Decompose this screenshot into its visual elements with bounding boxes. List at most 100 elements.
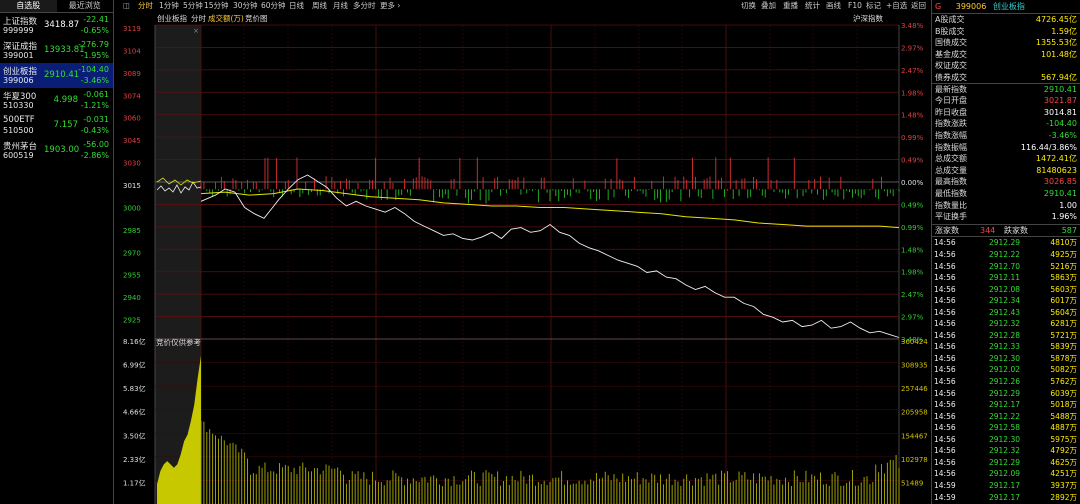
tool-button[interactable]: 统计 (805, 0, 820, 12)
quote-row-label: 指数涨跌 (935, 119, 967, 129)
tick-time: 14:56 (934, 249, 956, 259)
quote-row: 总成交额 1472.41亿 (932, 153, 1080, 165)
quote-row-value: 3014.81 (1043, 107, 1077, 117)
tool-button[interactable]: +自选 (886, 0, 907, 12)
price-tick-label: 2985 (123, 227, 141, 235)
stock-change: -104.40 (78, 65, 109, 74)
quote-row-label: 债券成交 (935, 73, 967, 82)
tool-button[interactable]: 标记 (866, 0, 881, 12)
stock-item[interactable]: 深证成指 399001 13933.81 -276.79 -1.95% (0, 38, 113, 63)
stock-change: -56.00 (83, 140, 109, 149)
price-tick-label: 2940 (123, 294, 141, 302)
index-name-label: 创业板指 (157, 13, 187, 23)
stock-item[interactable]: 创业板指 399006 2910.41 -104.40 -3.46% (0, 63, 113, 88)
intraday-chart[interactable]: 3119 3.48% 3104 2.97% 3089 2.47% 3074 1.98% 3060… (121, 12, 931, 504)
tick-volume: 2892万 (1050, 492, 1077, 502)
price-tick-label: 3074 (123, 92, 141, 100)
quote-row-label: 指数量比 (935, 200, 967, 210)
quote-row-value: 101.48亿 (1041, 49, 1077, 59)
stock-item[interactable]: 贵州茅台 600519 1903.00 -56.00 -2.86% (0, 138, 113, 163)
pct-tick-label: 0.00% (901, 179, 924, 187)
period-tab[interactable]: 月线 (333, 0, 348, 12)
tick-price: 2912.26 (988, 377, 1020, 386)
stock-item[interactable]: 上证指数 999999 3418.87 -22.41 -0.65% (0, 13, 113, 38)
quote-row-value: 1.59亿 (1051, 26, 1077, 36)
quote-row: 基金成交 101.48亿 (932, 49, 1080, 61)
tool-button[interactable]: F10 (848, 0, 862, 12)
tool-button[interactable]: 画线 (826, 0, 841, 12)
tab-recent[interactable]: 最近浏览 (57, 0, 114, 12)
tick-time: 14:56 (934, 434, 956, 444)
tick-row: 14:56 2912.08 5603万 (932, 284, 1080, 296)
quote-panel: G 399006 创业板指 A股成交 4726.45亿 B股成交 1.59亿 国债成交 1… (931, 0, 1080, 504)
quote-row: 指数涨幅 -3.46% (932, 130, 1080, 142)
tool-button[interactable]: 叠加 (761, 0, 776, 12)
period-tab[interactable]: 5分钟 (183, 0, 203, 12)
stock-item[interactable]: 500ETF 510500 7.157 -0.031 -0.43% (0, 113, 113, 138)
stock-item[interactable]: 华夏300 510330 4.998 -0.061 -1.21% (0, 88, 113, 113)
period-tab[interactable]: 15分钟 (204, 0, 229, 12)
tick-row: 14:56 2912.32 4792万 (932, 445, 1080, 457)
quote-row-value: -104.40 (1046, 119, 1077, 129)
volume-tick-label: 4.66亿 (123, 408, 146, 417)
tick-price: 2912.29 (988, 388, 1020, 398)
price-tick-label: 3119 (123, 25, 141, 33)
stock-name: 500ETF (3, 115, 35, 125)
quote-row: 总成交量 81480623 (932, 165, 1080, 177)
tick-time: 14:56 (934, 342, 956, 352)
tick-row: 14:56 2912.30 5878万 (932, 353, 1080, 365)
tick-row: 14:56 2912.33 5839万 (932, 341, 1080, 353)
stock-change: -22.41 (83, 15, 109, 24)
stock-change-pct: -0.43% (80, 126, 109, 135)
tick-volume: 5721万 (1050, 330, 1077, 340)
period-tab[interactable]: 周线 (312, 0, 327, 12)
stock-price: 7.157 (53, 120, 78, 130)
tick-row: 14:56 2912.28 5721万 (932, 330, 1080, 342)
quote-code: 399006 (955, 2, 987, 11)
period-tab[interactable]: 日线 (289, 0, 304, 12)
quote-row-value: 3026.85 (1043, 177, 1077, 187)
quote-row-value: 1472.41亿 (1035, 154, 1077, 164)
quote-row: A股成交 4726.45亿 (932, 14, 1080, 26)
quote-row: 债券成交 567.94亿 (932, 72, 1080, 84)
compare-index-label[interactable]: 沪深指数 (853, 13, 883, 23)
tick-price: 2912.29 (988, 457, 1020, 467)
tick-volume: 5216万 (1050, 261, 1077, 271)
tick-time: 14:56 (934, 330, 956, 340)
stock-code: 399001 (3, 51, 34, 60)
volume-tick-label-right: 102978 (901, 456, 928, 464)
tick-row: 14:56 2912.43 5604万 (932, 307, 1080, 319)
period-tab[interactable]: 多分时 (353, 0, 376, 12)
close-auction-icon[interactable]: × (193, 27, 199, 35)
quote-row: 国债成交 1355.53亿 (932, 37, 1080, 49)
quote-row-label: 国债成交 (935, 38, 967, 48)
tab-watchlist[interactable]: 自选股 (0, 0, 57, 12)
breadth-row: 涨家数 344 跌家数 587 (932, 223, 1080, 238)
pct-tick-label: 1.48% (901, 246, 924, 254)
tick-volume: 6039万 (1050, 388, 1077, 398)
tick-row: 14:56 2912.22 5488万 (932, 411, 1080, 423)
period-tab[interactable]: 1分钟 (159, 0, 179, 12)
quote-row-value: 1355.53亿 (1035, 38, 1077, 48)
period-tab[interactable]: 更多 › (380, 0, 400, 12)
sidebar-toggle-icon[interactable]: ◫ (123, 0, 130, 12)
tick-time: 14:56 (934, 307, 956, 317)
period-tab[interactable]: 分时 (138, 0, 153, 12)
period-tab[interactable]: 60分钟 (261, 0, 286, 12)
pct-tick-label: 1.48% (901, 112, 924, 120)
tick-time: 14:56 (934, 377, 956, 386)
tool-button[interactable]: 返回 (911, 0, 926, 12)
tool-button[interactable]: 重播 (783, 0, 798, 12)
tick-volume: 3937万 (1050, 480, 1077, 490)
tick-row: 14:56 2912.29 6039万 (932, 388, 1080, 400)
tick-price: 2912.33 (988, 342, 1020, 352)
quote-row-label: 最低指数 (935, 189, 967, 198)
tool-button[interactable]: 切换 (741, 0, 756, 12)
stock-code: 399006 (3, 76, 34, 85)
quote-row-label: 指数涨幅 (935, 131, 967, 140)
stock-change-pct: -0.65% (80, 26, 109, 35)
tick-time: 14:56 (934, 400, 956, 410)
period-tab[interactable]: 30分钟 (233, 0, 258, 12)
stock-price: 1903.00 (44, 145, 80, 155)
quote-row-label: 总成交额 (935, 154, 967, 164)
